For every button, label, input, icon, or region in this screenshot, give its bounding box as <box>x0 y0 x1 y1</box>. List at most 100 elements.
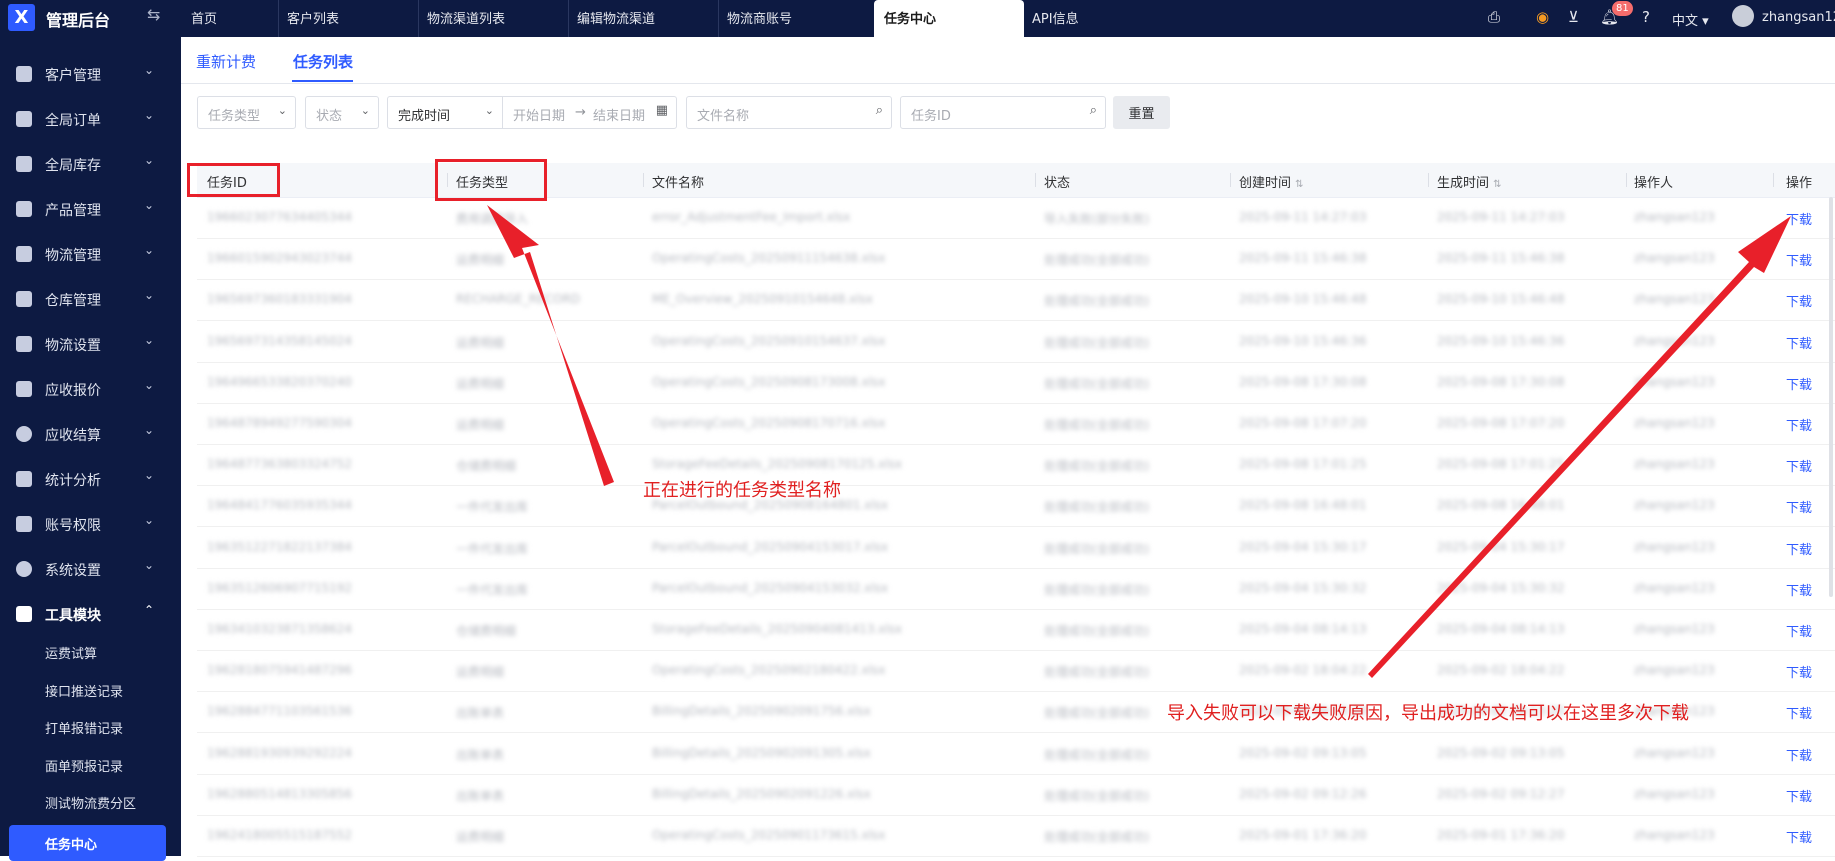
tab-recalculate[interactable]: 重新计费 <box>196 51 256 72</box>
download-link[interactable]: 下载 <box>1786 703 1812 722</box>
inbox-icon[interactable]: ⎙ <box>1488 8 1500 26</box>
tab-home[interactable]: 首页 <box>183 0 278 37</box>
sidebar-item-orders[interactable]: 全局订单 ⌄ <box>0 98 181 142</box>
submenu-print-error-log[interactable]: 打单报错记录 <box>0 709 181 745</box>
table-cell: 1966023077634405344 <box>207 210 353 224</box>
submenu-api-push-log[interactable]: 接口推送记录 <box>0 672 181 708</box>
download-link[interactable]: 下载 <box>1786 374 1812 393</box>
brand-title: 管理后台 <box>46 11 111 30</box>
layers-icon <box>16 336 32 352</box>
download-link[interactable]: 下载 <box>1786 415 1812 434</box>
download-link[interactable]: 下载 <box>1786 250 1812 269</box>
table-cell: 2025-09-02 18:04:22 <box>1437 663 1565 678</box>
column-generated-time[interactable]: 生成时间 ⇅ <box>1437 172 1502 191</box>
robot-icon[interactable]: ◉ <box>1536 8 1549 26</box>
avatar[interactable] <box>1732 5 1754 27</box>
sidebar-item-logistics[interactable]: 物流管理 ⌄ <box>0 233 181 277</box>
sidebar-item-warehouse[interactable]: 仓库管理 ⌄ <box>0 278 181 322</box>
tab-logistics-channel-list[interactable]: 物流渠道列表 <box>418 0 568 37</box>
download-link[interactable]: 下载 <box>1786 497 1812 516</box>
submenu-freight-trial[interactable]: 运费试算 <box>0 634 181 670</box>
table-cell: 处理成功(全部成功) <box>1044 541 1150 556</box>
download-link[interactable]: 下载 <box>1786 539 1812 558</box>
download-link[interactable]: 下载 <box>1786 827 1812 846</box>
download-link[interactable]: 下载 <box>1786 580 1812 599</box>
sidebar-item-receivable-quote[interactable]: 应收报价 ⌄ <box>0 368 181 412</box>
table-cell: 处理成功(全部成功) <box>1044 335 1150 350</box>
tab-edit-logistics-channel[interactable]: 编辑物流渠道 <box>568 0 718 37</box>
tab-logistics-account[interactable]: 物流商账号 <box>718 0 868 37</box>
table-row: 1962418005515187552 运费明细 OperatingCosts_20… <box>197 815 1835 857</box>
sidebar: 客户管理 ⌄ 全局订单 ⌄ 全局库存 ⌄ 产品管理 ⌄ 物流管理 ⌄ 仓库管理 ⌄ 物流设置… <box>0 37 181 861</box>
table-row: 1966023077634405344 费用调整导入 error_Adjustmen… <box>197 197 1835 239</box>
sidebar-item-tools[interactable]: 工具模块 ⌃ <box>0 593 181 637</box>
sidebar-item-settlement[interactable]: 应收结算 ⌄ <box>0 413 181 457</box>
tab-customer-list[interactable]: 客户列表 <box>278 0 418 37</box>
reset-button[interactable]: 重置 <box>1113 96 1170 129</box>
search-icon[interactable]: ⌕ <box>1090 103 1097 118</box>
username[interactable]: zhangsan123 <box>1762 10 1835 25</box>
tab-api-info[interactable]: API信息 <box>1024 0 1144 37</box>
table-cell: zhangsan123 <box>1634 292 1715 307</box>
sidebar-item-logistics-settings[interactable]: 物流设置 ⌄ <box>0 323 181 367</box>
sort-icon[interactable]: ⇅ <box>1295 179 1303 190</box>
submenu-label-forecast-log[interactable]: 面单预报记录 <box>0 747 181 783</box>
sidebar-item-accounts[interactable]: 账号权限 ⌄ <box>0 503 181 547</box>
sidebar-item-products[interactable]: 产品管理 ⌄ <box>0 188 181 232</box>
status-select[interactable]: 状态 ⌄ <box>305 96 379 129</box>
search-icon[interactable]: ⌕ <box>876 103 883 118</box>
table-cell: 2025-09-08 17:07:20 <box>1239 416 1367 430</box>
date-range-picker[interactable]: 开始日期 → 结束日期 ▦ <box>502 96 677 129</box>
download-icon[interactable]: ⊻ <box>1568 8 1579 26</box>
table-cell: zhangsan123 <box>1634 828 1715 842</box>
vertical-scrollbar[interactable] <box>1829 197 1833 597</box>
download-link[interactable]: 下载 <box>1786 662 1812 681</box>
chart-icon <box>16 471 32 487</box>
sidebar-item-customer[interactable]: 客户管理 ⌄ <box>0 53 181 97</box>
download-link[interactable]: 下载 <box>1786 786 1812 805</box>
column-file-name: 文件名称 <box>652 176 705 191</box>
help-icon[interactable]: ? <box>1642 8 1650 26</box>
download-link[interactable]: 下载 <box>1786 621 1812 640</box>
sidebar-item-inventory[interactable]: 全局库存 ⌄ <box>0 143 181 187</box>
table-cell: 出账单表 <box>456 747 505 762</box>
table-cell: zhangsan123 <box>1634 663 1715 678</box>
sort-icon[interactable]: ⇅ <box>1493 179 1501 190</box>
tab-task-list[interactable]: 任务列表 <box>293 51 353 72</box>
table-cell: 2025-09-04 15:30:32 <box>1437 580 1565 595</box>
download-link[interactable]: 下载 <box>1786 209 1812 228</box>
table-cell: BillingDetails_20250902091305.xlsx <box>652 745 871 760</box>
download-link[interactable]: 下载 <box>1786 745 1812 764</box>
column-status: 状态 <box>1044 176 1071 191</box>
sidebar-item-system[interactable]: 系统设置 ⌄ <box>0 548 181 592</box>
warehouse-icon <box>16 156 32 172</box>
download-link[interactable]: 下载 <box>1786 333 1812 352</box>
task-id-input[interactable]: 任务ID ⌕ <box>900 96 1106 129</box>
download-link[interactable]: 下载 <box>1786 456 1812 475</box>
chevron-down-icon: ⌄ <box>144 378 155 392</box>
table-cell: 处理成功(全部成功) <box>1044 706 1150 721</box>
collapse-menu-icon[interactable]: ⇆ <box>147 5 160 24</box>
table-cell: 2025-09-10 15:46:36 <box>1239 333 1367 348</box>
tab-task-center[interactable]: 任务中心 <box>874 0 1024 37</box>
notification-badge: 81 <box>1612 1 1633 16</box>
table-cell: BillingDetails_20250902091226.xlsx <box>652 786 871 801</box>
table-row: 1963410323871358624 仓储费明细 StorageFeeDetail… <box>197 609 1835 651</box>
file-name-input[interactable]: 文件名称 ⌕ <box>686 96 892 129</box>
submenu-test-zone[interactable]: 测试物流费分区 <box>0 784 181 820</box>
table-cell: OperatingCosts_20250908170716.xlsx <box>652 416 886 430</box>
table-cell: 2025-09-01 17:36:20 <box>1239 828 1367 842</box>
sidebar-item-statistics[interactable]: 统计分析 ⌄ <box>0 458 181 502</box>
table-cell: 导入失败(部分失败) <box>1044 212 1150 226</box>
table-cell: 一件代发出库 <box>456 541 529 556</box>
table-row: 1965697360183331904 RECHARGE_RECORD ME_Ove… <box>197 279 1835 322</box>
table-cell: 处理成功(全部成功) <box>1044 418 1150 432</box>
column-created-time[interactable]: 创建时间 ⇅ <box>1239 172 1304 191</box>
chevron-down-icon: ⌄ <box>144 423 155 437</box>
time-type-select[interactable]: 完成时间 ⌄ <box>387 96 503 129</box>
language-select[interactable]: 中文 ▾ <box>1672 10 1709 29</box>
chevron-up-icon: ⌃ <box>144 603 155 617</box>
task-type-select[interactable]: 任务类型 ⌄ <box>197 96 296 129</box>
calendar-icon: ▦ <box>655 103 668 118</box>
download-link[interactable]: 下载 <box>1786 291 1812 310</box>
